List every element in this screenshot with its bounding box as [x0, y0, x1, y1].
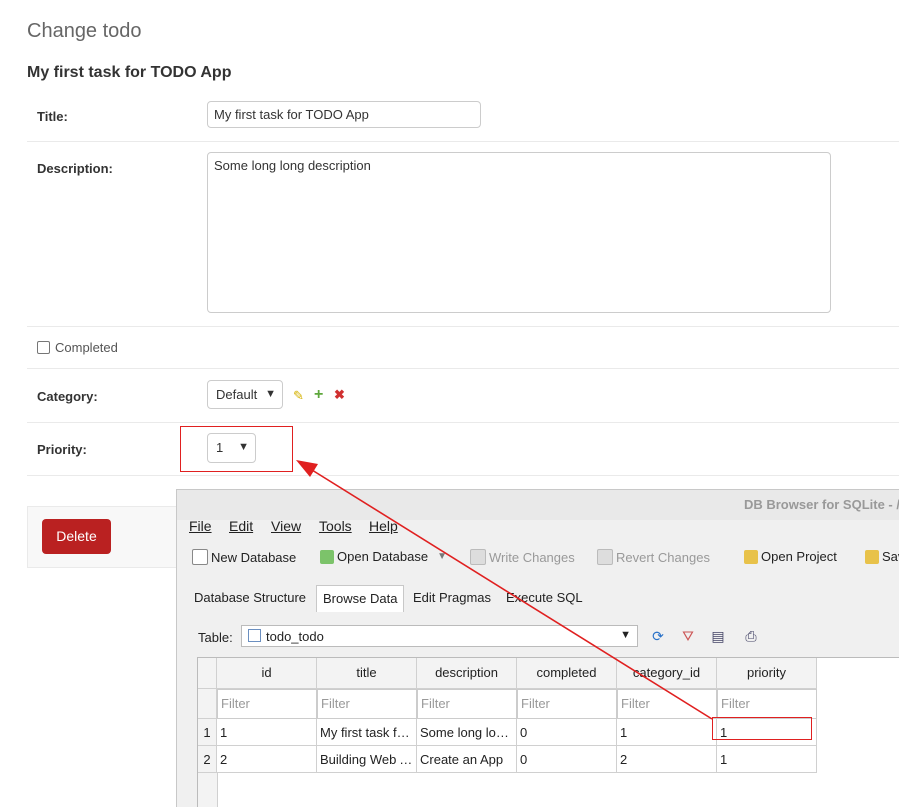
row-gutter	[198, 773, 218, 807]
open-project-label: Open Project	[761, 549, 837, 564]
revert-changes-label: Revert Changes	[616, 549, 710, 565]
chevron-down-icon: ▼	[620, 629, 631, 641]
filter-input-completed[interactable]: Filter	[517, 689, 617, 719]
table-cell[interactable]: 0	[517, 746, 617, 773]
filter-input-title[interactable]: Filter	[317, 689, 417, 719]
refresh-icon[interactable]: ⟳	[647, 625, 669, 647]
delete-button[interactable]: Delete	[42, 519, 111, 554]
completed-checkbox[interactable]	[37, 341, 50, 354]
delete-x-icon[interactable]: ✖	[334, 387, 345, 403]
chevron-down-icon[interactable]: ▼	[437, 551, 447, 562]
revert-changes-icon	[597, 549, 613, 565]
row-number[interactable]: 2	[198, 746, 217, 773]
save-project-label: Sav	[882, 549, 899, 564]
completed-row: Completed	[27, 326, 899, 369]
filter-input-category-id[interactable]: Filter	[617, 689, 717, 719]
menu-file-label: File	[189, 518, 212, 534]
filter-input-priority[interactable]: Filter	[717, 689, 817, 719]
menu-view-label: View	[271, 518, 302, 534]
category-select-value: Default	[216, 387, 258, 402]
column-header-category-id[interactable]: category_id	[617, 658, 717, 689]
column-header-priority[interactable]: priority	[717, 658, 817, 689]
open-database-label: Open Database	[337, 549, 429, 564]
description-textarea[interactable]: Some long long description	[207, 152, 831, 313]
edit-pencil-icon[interactable]: ✎	[293, 388, 304, 404]
tab-browse-data[interactable]: Browse Data	[316, 585, 405, 612]
window-titlebar: DB Browser for SQLite - /	[177, 490, 899, 520]
table-cell[interactable]: 1	[717, 746, 817, 773]
table-cell[interactable]: 2	[617, 746, 717, 773]
row-number[interactable]: 1	[198, 719, 217, 746]
new-database-icon	[192, 549, 208, 565]
tab-database-structure[interactable]: Database Structure	[194, 590, 306, 605]
title-input[interactable]: My first task for TODO App	[207, 101, 481, 128]
title-row: Title: My first task for TODO App	[27, 88, 899, 142]
category-label: Category:	[37, 389, 98, 404]
save-project-button[interactable]: Sav	[865, 549, 899, 564]
save-project-icon	[865, 549, 879, 564]
menu-tools[interactable]: Tools	[319, 518, 352, 534]
category-select[interactable]: Default ▼	[207, 380, 283, 409]
open-project-button[interactable]: Open Project	[744, 549, 837, 564]
page-heading: Change todo	[27, 20, 142, 42]
open-database-button[interactable]: Open Database ▼	[320, 549, 447, 564]
highlight-box-priority	[180, 426, 293, 472]
print-icon[interactable]: ⎙	[740, 625, 762, 647]
write-changes-label: Write Changes	[489, 549, 575, 565]
table-icon	[248, 629, 261, 642]
window-title: DB Browser for SQLite - /	[743, 497, 899, 512]
column-header-completed[interactable]: completed	[517, 658, 617, 689]
description-row: Description: Some long long description	[27, 141, 899, 327]
table-cell[interactable]: Building Web App	[317, 746, 417, 773]
filter-input-id[interactable]: Filter	[217, 689, 317, 719]
write-changes-icon	[470, 549, 486, 565]
table-cell[interactable]: 0	[517, 719, 617, 746]
priority-row: Priority: 1 ▼	[27, 422, 899, 476]
menu-edit[interactable]: Edit	[229, 518, 253, 534]
db-browser-window: DB Browser for SQLite - / File Edit View…	[176, 489, 899, 807]
menu-help[interactable]: Help	[369, 518, 398, 534]
clear-filters-icon[interactable]: ⛛	[677, 625, 699, 647]
title-label: Title:	[37, 109, 68, 124]
menu-view[interactable]: View	[271, 518, 301, 534]
save-table-icon[interactable]: ▤	[707, 625, 729, 647]
menu-tools-label: Tools	[319, 518, 352, 534]
table-select-value: todo_todo	[266, 629, 324, 644]
grid-corner	[198, 658, 217, 689]
tab-execute-sql[interactable]: Execute SQL	[506, 590, 583, 605]
table-cell[interactable]: 2	[217, 746, 317, 773]
filter-input-description[interactable]: Filter	[417, 689, 517, 719]
column-header-id[interactable]: id	[217, 658, 317, 689]
submit-row: Delete	[27, 506, 189, 568]
open-project-icon	[744, 549, 758, 564]
new-database-button[interactable]: New Database	[192, 549, 296, 565]
menu-file[interactable]: File	[189, 518, 212, 534]
table-cell[interactable]: Create an App	[417, 746, 517, 773]
tab-edit-pragmas[interactable]: Edit Pragmas	[413, 590, 491, 605]
object-title: My first task for TODO App	[27, 64, 232, 81]
table-cell[interactable]: 1	[617, 719, 717, 746]
table-select[interactable]: todo_todo ▼	[241, 625, 638, 647]
add-plus-icon[interactable]: +	[314, 386, 323, 404]
completed-label: Completed	[55, 340, 118, 355]
menu-edit-label: Edit	[229, 518, 254, 534]
revert-changes-button[interactable]: Revert Changes	[597, 549, 710, 565]
table-cell[interactable]: My first task for TODO App	[317, 719, 417, 746]
priority-label: Priority:	[37, 442, 87, 457]
category-row: Category: Default ▼ ✎ + ✖	[27, 368, 899, 423]
chevron-down-icon: ▼	[265, 388, 276, 400]
open-database-icon	[320, 549, 334, 564]
menu-help-label: Help	[369, 518, 398, 534]
filter-row-header	[198, 689, 217, 719]
column-header-description[interactable]: description	[417, 658, 517, 689]
write-changes-button[interactable]: Write Changes	[470, 549, 575, 565]
new-database-label: New Database	[211, 549, 297, 565]
table-cell[interactable]: Some long long description	[417, 719, 517, 746]
column-header-title[interactable]: title	[317, 658, 417, 689]
description-label: Description:	[37, 161, 113, 176]
highlight-box-priority-cell	[712, 717, 812, 740]
table-label: Table:	[198, 630, 233, 645]
table-cell[interactable]: 1	[217, 719, 317, 746]
